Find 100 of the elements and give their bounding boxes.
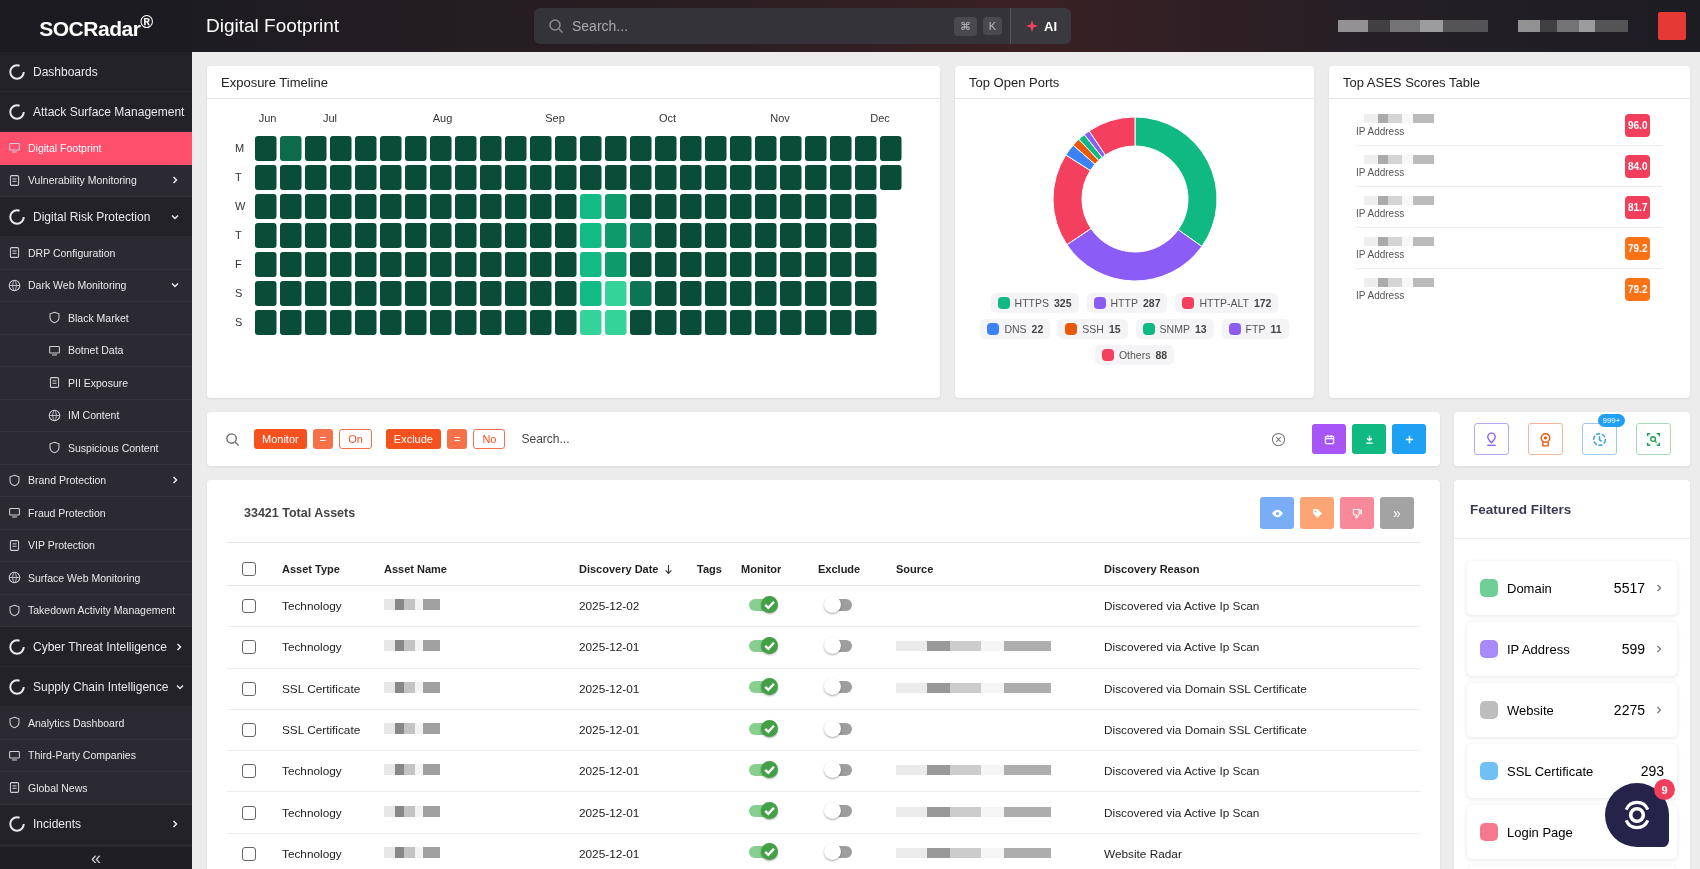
sidebar-section[interactable]: Digital Risk Protection [0,197,192,237]
asset-type-label: IP Address [1356,125,1406,137]
monitor-toggle[interactable] [749,846,775,859]
sidebar-item[interactable]: IM Content [0,399,192,432]
sidebar-section[interactable]: Cyber Threat Intelligence [0,627,192,667]
exclude-toggle[interactable] [826,846,852,859]
search-bar[interactable]: Search... ⌘ K [534,8,1010,44]
legend-item[interactable]: Others 88 [1094,345,1175,365]
asset-type-label: IP Address [1356,207,1406,219]
clear-icon[interactable] [1271,431,1286,447]
legend-item[interactable]: HTTP 287 [1086,293,1168,313]
sidebar-item[interactable]: PII Exposure [0,367,192,400]
chevron-right-icon [170,475,180,486]
table-cell: 2025-12-01 [578,750,696,792]
sidebar-section[interactable]: Attack Surface Management [0,92,192,132]
sidebar-section[interactable]: Incidents [0,804,192,845]
sparkle-icon [1025,19,1039,33]
row-checkbox[interactable] [242,846,256,861]
sidebar-item[interactable]: Analytics Dashboard [0,707,192,740]
sidebar-item[interactable]: Suspicious Content [0,432,192,465]
search-input[interactable]: Search... [570,17,948,35]
sidebar-item[interactable]: VIP Protection [0,529,192,562]
column-header[interactable]: Asset Name [383,553,578,586]
monitor-toggle[interactable] [749,763,775,776]
card-title: Top Open Ports [969,74,1060,90]
exclude-toggle[interactable] [826,805,852,818]
row-checkbox[interactable] [242,599,256,614]
legend-item[interactable]: HTTP-ALT 172 [1175,293,1279,313]
monitor-toggle[interactable] [749,805,775,818]
document-icon [8,781,21,795]
day-label: S [235,315,244,330]
score-badge: 96.0 [1625,113,1650,137]
select-all-checkbox[interactable] [242,562,256,576]
exclude-toggle[interactable] [826,681,852,694]
sidebar-item[interactable]: DRP Configuration [0,237,192,270]
month-label: Nov [770,112,790,124]
monitor-toggle[interactable] [749,722,775,735]
exclude-toggle[interactable] [826,598,852,611]
exclude-toggle[interactable] [826,722,852,735]
table-cell: Discovered via Active Ip Scan [1103,750,1420,792]
download-button[interactable] [1352,424,1386,454]
row-checkbox[interactable] [242,764,256,779]
row-checkbox[interactable] [242,723,256,738]
filter-item[interactable]: Website 2275 [1467,683,1677,737]
month-label: Dec [870,112,890,124]
column-header[interactable]: Monitor [740,553,817,586]
monitor-toggle[interactable] [749,639,775,652]
legend-swatch [1142,323,1155,335]
sidebar-item[interactable]: Botnet Data [0,334,192,367]
legend-label: SSH [1082,323,1104,335]
chevron-right-icon [1654,644,1664,654]
filter-item[interactable]: Domain 5517 [1467,561,1677,615]
row-checkbox[interactable] [242,640,256,655]
legend-item[interactable]: SSH 15 [1058,319,1128,339]
table-cell: 2025-12-01 [578,792,696,834]
search-icon [548,18,564,34]
monitor-toggle[interactable] [749,598,775,611]
column-header[interactable]: Discovery Date [578,553,696,586]
legend-item[interactable]: DNS 22 [980,319,1051,339]
view-button[interactable] [1260,497,1294,529]
search-icon [225,431,240,447]
column-header[interactable]: Discovery Reason [1103,553,1420,586]
filter-value-chip[interactable]: No [473,429,506,449]
page-title: Digital Footprint [206,15,341,37]
legend-item[interactable]: HTTPS 325 [990,293,1079,313]
sidebar-section[interactable]: Supply Chain Intelligence [0,667,192,707]
sidebar-item[interactable]: Global News [0,772,192,805]
exclude-toggle[interactable] [826,639,852,652]
calendar-button[interactable] [1312,424,1346,454]
sidebar-item[interactable]: Third-Party Companies [0,739,192,772]
column-header[interactable]: Source [895,553,1103,586]
sidebar-item[interactable]: Dark Web Monitoring [0,269,192,302]
column-header[interactable]: Exclude [817,553,895,586]
legend-value: 15 [1108,323,1121,335]
filter-value-chip[interactable]: On [339,429,372,449]
sidebar-item[interactable]: Black Market [0,302,192,335]
legend-item[interactable]: SNMP 13 [1135,319,1214,339]
sidebar-item[interactable]: Fraud Protection [0,497,192,530]
scan-button[interactable] [1635,423,1671,455]
row-checkbox[interactable] [242,805,256,820]
dislike-button[interactable] [1340,497,1374,529]
exclude-toggle[interactable] [826,763,852,776]
row-checkbox[interactable] [242,681,256,696]
sidebar-section[interactable]: Dashboards [0,52,192,92]
location-button[interactable] [1473,423,1509,455]
tag-button[interactable] [1300,497,1334,529]
badge-button[interactable] [1527,423,1563,455]
column-header[interactable]: Asset Type [281,553,383,586]
collapse-button[interactable]: « [0,847,192,869]
ai-button[interactable]: AI [1010,8,1071,44]
monitor-toggle[interactable] [749,681,775,694]
history-button[interactable] [1581,423,1617,455]
sidebar-item[interactable]: Surface Web Monitoring [0,562,192,595]
filter-item[interactable]: IP Address 599 [1467,622,1677,676]
redacted-block [1364,277,1434,287]
legend-item[interactable]: FTP 11 [1221,319,1289,339]
legend-label: SNMP [1159,323,1190,335]
sidebar-item[interactable]: Brand Protection [0,464,192,497]
column-header[interactable]: Tags [696,553,740,586]
section-icon [8,102,26,121]
